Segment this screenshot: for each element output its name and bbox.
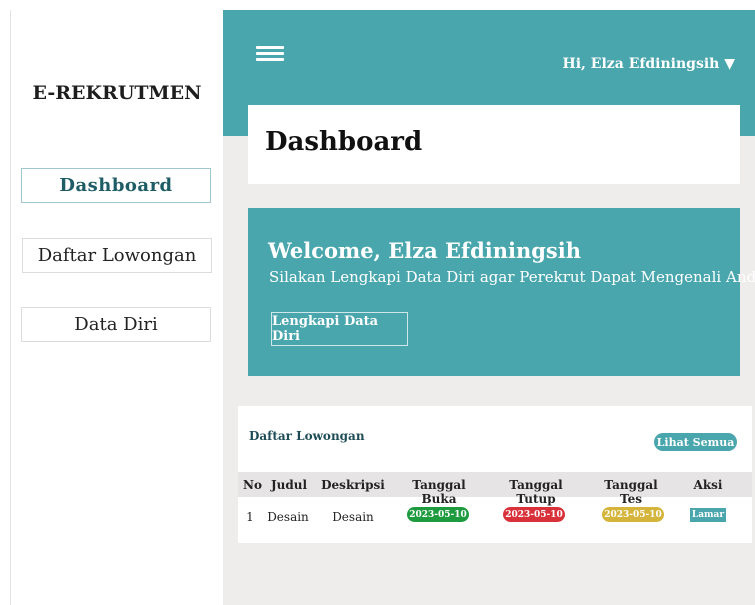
page-title: Dashboard (265, 127, 423, 157)
column-header-tanggal-tutup: Tanggal Tutup (509, 478, 563, 506)
welcome-card: Welcome, Elza Efdiningsih Silakan Lengka… (248, 208, 755, 376)
sidebar-item-dashboard[interactable]: Dashboard (21, 168, 211, 203)
see-all-button[interactable]: Lihat Semua (654, 433, 737, 451)
table-header: No Judul Deskripsi Tanggal Buka Tanggal … (238, 472, 752, 506)
open-date-badge: 2023-05-10 (407, 507, 469, 522)
cell-deskripsi: Desain (332, 510, 374, 524)
column-header-no: No (243, 478, 262, 492)
page-title-card: Dashboard (248, 105, 740, 184)
welcome-title: Welcome, Elza Efdiningsih (268, 238, 582, 263)
column-header-aksi: Aksi (693, 478, 723, 492)
complete-profile-button[interactable]: Lengkapi Data Diri (271, 312, 408, 346)
sidebar-item-data-diri[interactable]: Data Diri (21, 307, 211, 342)
jobs-title: Daftar Lowongan (249, 429, 365, 443)
brand-logo: E-REKRUTMEN (32, 82, 202, 104)
column-header-tanggal-buka: Tanggal Buka (412, 478, 466, 506)
hamburger-icon[interactable] (256, 46, 284, 62)
column-header-deskripsi: Deskripsi (321, 478, 385, 492)
user-greeting: Hi, Elza Efdiningsih (562, 56, 720, 72)
main-content: Hi, Elza Efdiningsih ▼ Dashboard Welcome… (223, 10, 755, 605)
column-header-judul: Judul (270, 478, 308, 492)
apply-button[interactable]: Lamar (690, 508, 726, 522)
test-date-badge: 2023-05-10 (602, 507, 664, 522)
jobs-card: Daftar Lowongan Lihat Semua No Judul Des… (238, 406, 752, 543)
cell-judul: Desain (267, 510, 309, 524)
user-menu[interactable]: Hi, Elza Efdiningsih ▼ (563, 56, 735, 72)
sidebar: E-REKRUTMEN Dashboard Daftar Lowongan Da… (11, 10, 223, 605)
cell-no: 1 (246, 510, 254, 524)
caret-down-icon: ▼ (724, 56, 735, 72)
sidebar-item-daftar-lowongan[interactable]: Daftar Lowongan (22, 238, 212, 273)
welcome-subtitle: Silakan Lengkapi Data Diri agar Perekrut… (269, 268, 755, 286)
close-date-badge: 2023-05-10 (503, 507, 565, 522)
column-header-tanggal-tes: Tanggal Tes (604, 478, 658, 506)
